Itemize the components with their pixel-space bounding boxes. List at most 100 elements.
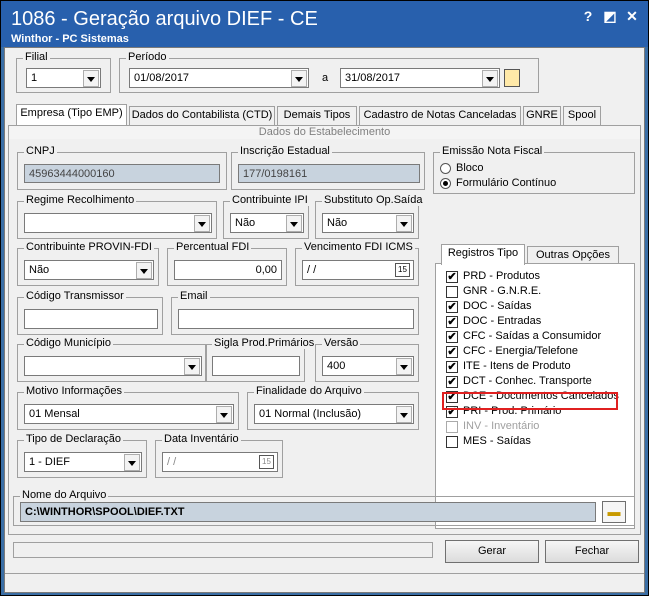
tab-contabilista[interactable]: Dados do Contabilista (CTD) <box>129 106 275 125</box>
chevron-down-icon[interactable] <box>396 358 412 375</box>
registro-checkbox[interactable]: ✔ <box>446 316 458 328</box>
motivo-select[interactable]: 01 Mensal <box>24 404 234 424</box>
calendar-icon[interactable] <box>504 69 520 87</box>
cod-trans-field[interactable] <box>24 309 158 329</box>
restore-icon[interactable]: ◩ <box>601 7 619 25</box>
registro-label: MES - Saídas <box>463 435 531 447</box>
status-bar <box>5 573 644 592</box>
registro-label: CFC - Saídas a Consumidor <box>463 330 602 342</box>
registro-checkbox <box>446 421 458 433</box>
sigla-field[interactable] <box>212 356 300 376</box>
highlight-box <box>442 392 618 410</box>
motivo-group: Motivo Informações 01 Mensal <box>17 385 239 430</box>
chevron-down-icon[interactable] <box>184 358 200 375</box>
contrib-ipi-group: Contribuinte IPI Não <box>223 194 310 239</box>
registro-label: CFC - Energia/Telefone <box>463 345 578 357</box>
tab-spool[interactable]: Spool <box>563 106 601 125</box>
chevron-down-icon[interactable] <box>83 70 99 87</box>
versao-select[interactable]: 400 <box>322 356 414 376</box>
chevron-down-icon[interactable] <box>482 70 498 87</box>
cod-mun-select[interactable] <box>24 356 202 376</box>
tipo-decl-select[interactable]: 1 - DIEF <box>24 452 142 472</box>
tab-demais-tipos[interactable]: Demais Tipos <box>277 106 357 125</box>
inscricao-field: 177/0198161 <box>238 164 420 183</box>
filial-label: Filial <box>23 51 50 63</box>
chevron-down-icon[interactable] <box>194 215 210 232</box>
provin-select[interactable]: Não <box>24 260 154 280</box>
calendar-icon: 15 <box>259 455 274 469</box>
registro-label: DOC - Entradas <box>463 315 542 327</box>
perc-fdi-group: Percentual FDI 0,00 <box>167 241 287 286</box>
bloco-radio[interactable] <box>440 163 451 174</box>
fechar-button[interactable]: Fechar <box>545 540 639 563</box>
registro-checkbox[interactable]: ✔ <box>446 376 458 388</box>
perc-fdi-field[interactable]: 0,00 <box>174 260 282 280</box>
registro-checkbox[interactable]: ✔ <box>446 271 458 283</box>
registro-checkbox[interactable]: ✔ <box>446 301 458 313</box>
versao-group: Versão 400 <box>315 337 419 382</box>
finalidade-group: Finalidade do Arquivo 01 Normal (Inclusã… <box>247 385 419 430</box>
emissao-group: Emissão Nota Fiscal Bloco Formulário Con… <box>433 145 635 194</box>
regime-group: Regime Recolhimento <box>17 194 217 239</box>
venc-fdi-field[interactable]: / /15 <box>302 260 414 280</box>
periodo-group: Período 01/08/2017 a 31/08/2017 <box>119 51 539 93</box>
section-title: Dados do Estabelecimento <box>9 126 640 139</box>
registro-label: GNR - G.N.R.E. <box>463 285 542 297</box>
window-title: 1086 - Geração arquivo DIEF - CE <box>11 8 318 30</box>
chevron-down-icon[interactable] <box>291 70 307 87</box>
chevron-down-icon[interactable] <box>396 406 412 423</box>
tab-empresa[interactable]: Empresa (Tipo EMP) <box>16 104 127 125</box>
tab-registros-tipo[interactable]: Registros Tipo <box>441 244 525 265</box>
chevron-down-icon[interactable] <box>286 215 302 232</box>
chevron-down-icon[interactable] <box>216 406 232 423</box>
registro-checkbox[interactable]: ✔ <box>446 361 458 373</box>
progress-bar <box>13 542 433 558</box>
chevron-down-icon[interactable] <box>396 215 412 232</box>
close-icon[interactable]: ✕ <box>623 7 641 25</box>
cod-mun-group: Código Município <box>17 337 207 382</box>
registro-checkbox[interactable]: ✔ <box>446 331 458 343</box>
periodo-end-field[interactable]: 31/08/2017 <box>340 68 500 88</box>
data-inv-group: Data Inventário / /15 <box>155 433 283 478</box>
email-field[interactable] <box>178 309 414 329</box>
periodo-separator: a <box>322 72 329 84</box>
chevron-down-icon[interactable] <box>124 454 140 471</box>
cnpj-field: 45963444000160 <box>24 164 220 183</box>
main-window: 1086 - Geração arquivo DIEF - CE Winthor… <box>0 0 649 596</box>
registro-label: ITE - Itens de Produto <box>463 360 571 372</box>
substituto-group: Substituto Op.Saída Não <box>315 194 425 239</box>
calendar-icon[interactable]: 15 <box>395 263 410 277</box>
formulario-radio[interactable] <box>440 178 451 189</box>
inscricao-group: Inscrição Estadual 177/0198161 <box>231 145 425 190</box>
registro-checkbox[interactable] <box>446 286 458 298</box>
bloco-label: Bloco <box>456 162 484 174</box>
folder-icon[interactable]: ▬ <box>602 501 626 523</box>
sigla-group: Sigla Prod.Primários <box>205 337 317 382</box>
regime-select[interactable] <box>24 213 212 233</box>
cnpj-group: CNPJ 45963444000160 <box>17 145 227 190</box>
main-tabs: Empresa (Tipo EMP) Dados do Contabilista… <box>16 104 640 126</box>
substituto-select[interactable]: Não <box>322 213 414 233</box>
provin-group: Contribuinte PROVIN-FDI Não <box>17 241 159 286</box>
filial-select[interactable]: 1 <box>26 68 101 88</box>
window-subtitle: Winthor - PC Sistemas <box>11 33 129 45</box>
tab-gnre[interactable]: GNRE <box>523 106 561 125</box>
registro-label: DOC - Saídas <box>463 300 532 312</box>
tipo-decl-group: Tipo de Declaração 1 - DIEF <box>17 433 147 478</box>
finalidade-select[interactable]: 01 Normal (Inclusão) <box>254 404 414 424</box>
nome-arq-field[interactable]: C:\WINTHOR\SPOOL\DIEF.TXT <box>20 502 596 522</box>
periodo-label: Período <box>126 51 169 63</box>
email-group: Email <box>171 290 419 335</box>
registro-label: PRD - Produtos <box>463 270 541 282</box>
chevron-down-icon[interactable] <box>136 262 152 279</box>
cod-trans-group: Código Transmissor <box>17 290 163 335</box>
help-icon[interactable]: ? <box>579 7 597 25</box>
tab-notas-canceladas[interactable]: Cadastro de Notas Canceladas <box>359 106 521 125</box>
contrib-ipi-select[interactable]: Não <box>230 213 304 233</box>
periodo-start-field[interactable]: 01/08/2017 <box>129 68 309 88</box>
nome-arq-group: Nome do Arquivo C:\WINTHOR\SPOOL\DIEF.TX… <box>13 489 635 526</box>
registro-checkbox[interactable] <box>446 436 458 448</box>
title-bar: 1086 - Geração arquivo DIEF - CE Winthor… <box>1 1 648 47</box>
gerar-button[interactable]: Gerar <box>445 540 539 563</box>
registro-checkbox[interactable]: ✔ <box>446 346 458 358</box>
